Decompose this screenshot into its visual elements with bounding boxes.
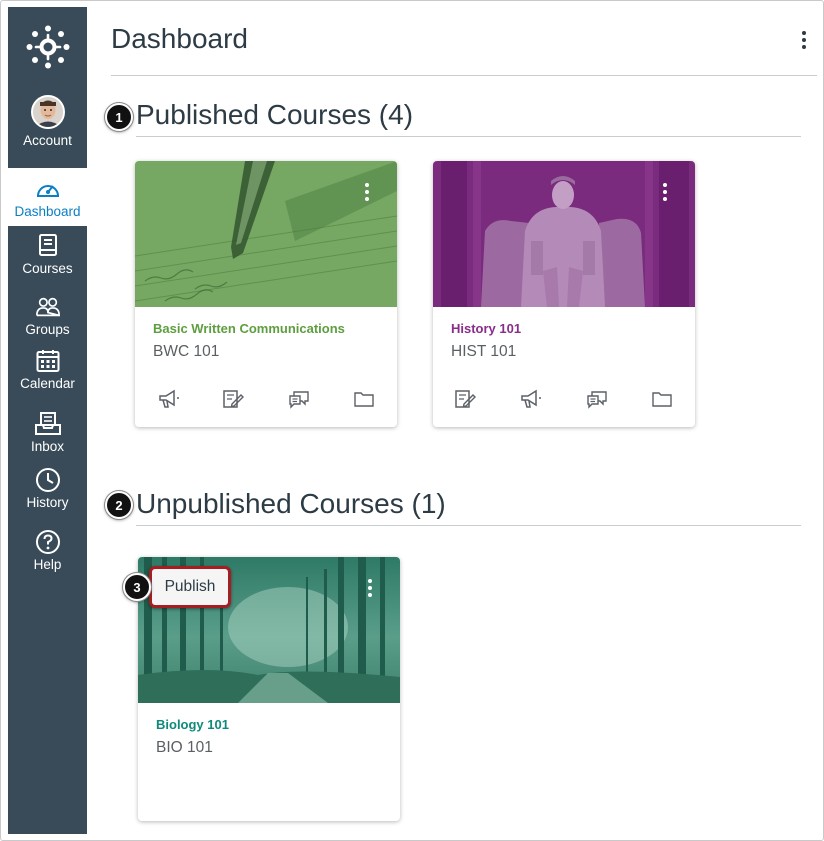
history-icon — [35, 467, 61, 493]
nav-help[interactable]: Help — [8, 529, 87, 585]
canvas-logo-icon[interactable] — [8, 7, 87, 87]
course-card-image[interactable] — [135, 161, 397, 307]
section-divider — [136, 525, 801, 526]
nav-label: History — [26, 495, 69, 510]
announcements-icon[interactable] — [519, 387, 543, 411]
unpublished-courses-heading: Unpublished Courses (1) — [136, 488, 446, 519]
files-icon[interactable] — [352, 387, 376, 411]
course-code: HIST 101 — [451, 343, 517, 360]
groups-icon — [35, 294, 61, 320]
nav-label: Inbox — [30, 439, 65, 454]
course-card-bwc[interactable]: Basic Written Communications BWC 101 — [135, 161, 397, 427]
course-card-history[interactable]: History 101 HIST 101 — [433, 161, 695, 427]
card-options-icon[interactable] — [365, 577, 375, 599]
course-name[interactable]: Basic Written Communications — [153, 321, 345, 336]
calendar-icon — [35, 348, 61, 374]
inbox-icon — [34, 411, 61, 437]
nav-label: Dashboard — [14, 204, 81, 219]
card-actions — [147, 387, 387, 411]
assignments-icon[interactable] — [221, 387, 245, 411]
avatar — [30, 95, 65, 129]
discussions-icon[interactable] — [287, 387, 311, 411]
nav-courses[interactable]: Courses — [8, 233, 87, 289]
nav-calendar[interactable]: Calendar — [8, 348, 87, 406]
help-icon — [35, 529, 61, 555]
card-actions — [445, 387, 685, 411]
nav-dashboard[interactable]: Dashboard — [8, 168, 87, 226]
nav-inbox[interactable]: Inbox — [8, 411, 87, 467]
step-marker-1: 1 — [105, 103, 133, 131]
nav-label: Help — [33, 557, 62, 572]
published-courses-heading: Published Courses (4) — [136, 99, 414, 130]
card-options-icon[interactable] — [660, 181, 670, 203]
page-title: Dashboard — [111, 23, 248, 54]
nav-label: Groups — [25, 322, 70, 337]
files-icon[interactable] — [650, 387, 674, 411]
nav-groups[interactable]: Groups — [8, 294, 87, 350]
dashboard-icon — [35, 176, 61, 202]
dashboard-window: Account Dashboard Courses Groups Calenda — [0, 0, 824, 841]
courses-icon — [35, 233, 61, 259]
course-name[interactable]: Biology 101 — [156, 717, 229, 732]
nav-history[interactable]: History — [8, 467, 87, 523]
card-options-icon[interactable] — [362, 181, 372, 203]
step-marker-3: 3 — [123, 573, 151, 601]
announcements-icon[interactable] — [157, 387, 181, 411]
section-divider — [136, 136, 801, 137]
course-name[interactable]: History 101 — [451, 321, 521, 336]
nav-label: Courses — [22, 261, 73, 276]
dashboard-options-icon[interactable] — [799, 29, 809, 51]
course-card-image[interactable] — [433, 161, 695, 307]
nav-account[interactable]: Account — [8, 95, 87, 165]
course-code: BWC 101 — [153, 343, 220, 360]
assignments-icon[interactable] — [453, 387, 477, 411]
discussions-icon[interactable] — [585, 387, 609, 411]
step-marker-2: 2 — [105, 491, 133, 519]
global-nav: Account Dashboard Courses Groups Calenda — [8, 7, 87, 834]
header-divider — [111, 75, 817, 76]
publish-button[interactable]: Publish — [149, 566, 231, 608]
nav-label: Account — [23, 133, 72, 148]
nav-label: Calendar — [20, 376, 75, 391]
course-code: BIO 101 — [156, 739, 213, 756]
